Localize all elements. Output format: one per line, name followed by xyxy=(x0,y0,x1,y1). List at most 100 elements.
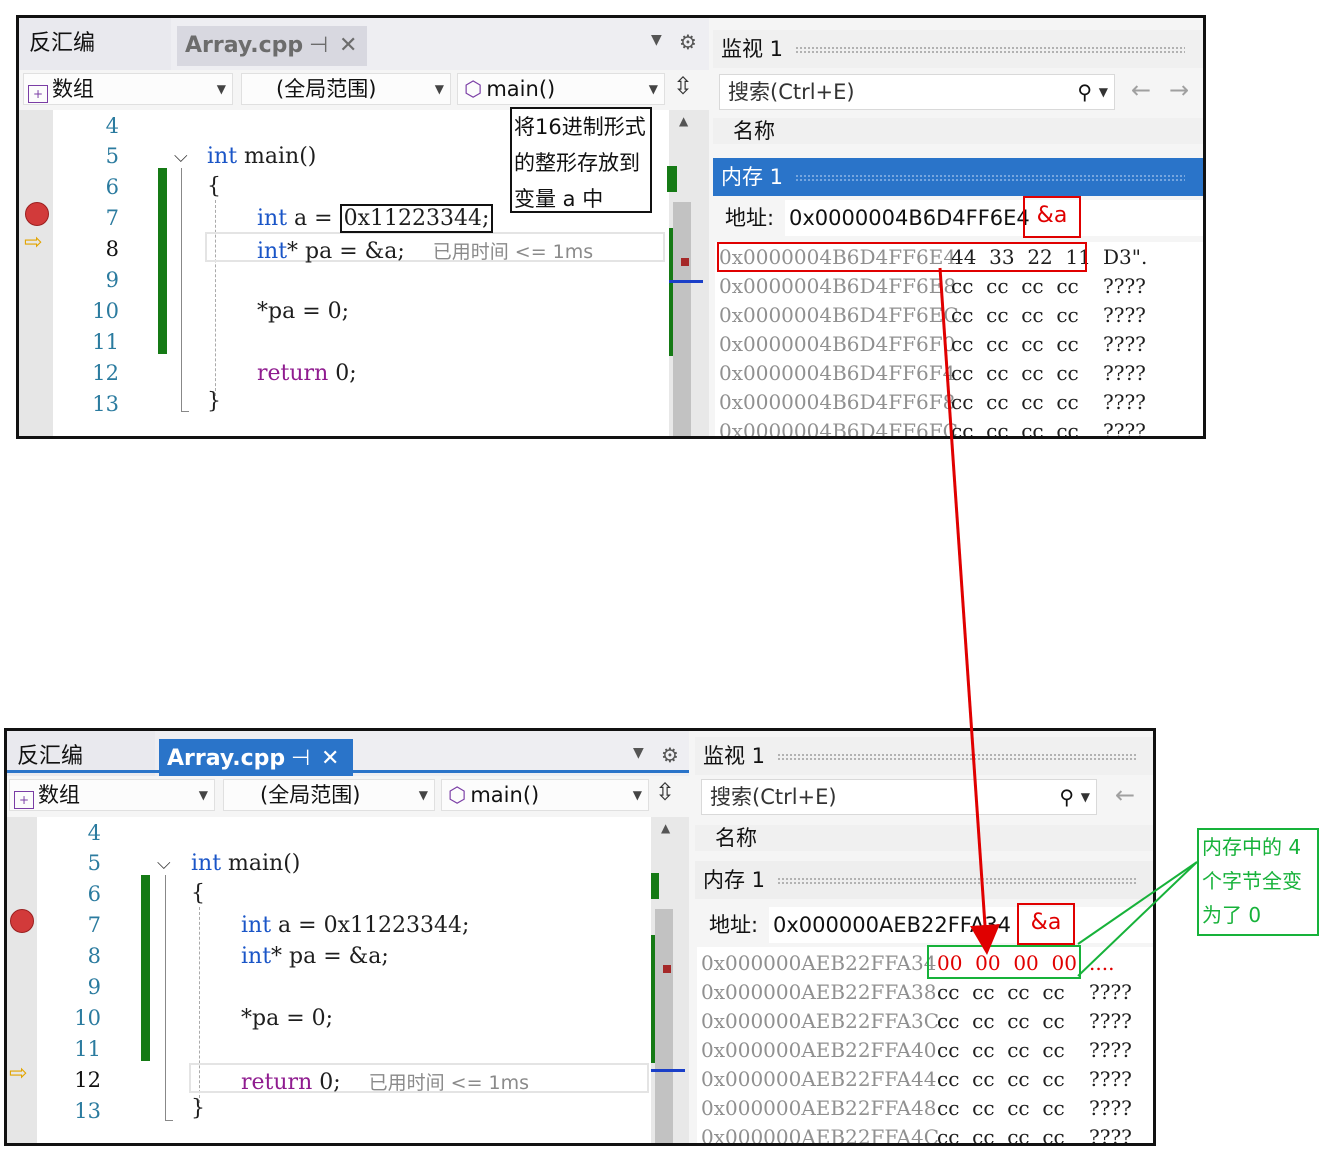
changed-lines-bar xyxy=(141,875,150,1061)
project-combo[interactable]: + 数组 ▼ xyxy=(23,73,233,105)
note-line: 为了 0 xyxy=(1202,903,1262,927)
keyword-int: int xyxy=(241,913,272,938)
keyword-return: return xyxy=(257,361,329,386)
memory-row-address: 0x000000AEB22FFA34 xyxy=(701,951,937,975)
gear-icon[interactable]: ⚙ xyxy=(679,30,697,54)
memory-row-chars: ???? xyxy=(1089,1125,1132,1146)
line-number: 9 xyxy=(87,975,101,999)
memory-row-chars: ???? xyxy=(1089,1067,1132,1091)
memory-row-bytes: cc cc cc cc xyxy=(951,419,1079,439)
keyword-int: int xyxy=(191,851,222,876)
annotation-note-hex: 将16进制形式 的整形存放到 变量 a 中 xyxy=(510,107,652,213)
memory-address-input[interactable]: 0x000000AEB22FFA34 xyxy=(769,907,1153,943)
tab-list-dropdown-icon[interactable]: ▼ xyxy=(651,32,662,48)
navigation-bar: + 数组 ▼ (全局范围) ▼ ⬡ main() ▼ ⇳ xyxy=(7,776,689,814)
memory-title: 内存 1 xyxy=(721,165,784,189)
back-arrow-icon[interactable]: ← xyxy=(1115,781,1135,809)
watch-name-column-header[interactable]: 名称 xyxy=(695,825,1153,851)
code-line-12: return 0; xyxy=(257,361,357,386)
breakpoint-icon[interactable] xyxy=(25,202,49,226)
indicator-margin[interactable] xyxy=(19,110,53,436)
function-combo[interactable]: ⬡ main() ▼ xyxy=(441,779,649,811)
keyword-int: int xyxy=(207,144,238,169)
watch-search-input[interactable]: 搜索(Ctrl+E) ⚲ ▼ xyxy=(719,74,1115,110)
header-grip xyxy=(795,46,1186,54)
header-grip xyxy=(777,877,1138,885)
scroll-up-icon[interactable]: ▲ xyxy=(661,821,670,835)
function-combo[interactable]: ⬡ main() ▼ xyxy=(457,73,665,105)
scope-combo-label: (全局范围) xyxy=(260,783,361,807)
changed-row-highlight xyxy=(717,242,1087,272)
memory-row-chars: ???? xyxy=(1089,1009,1132,1033)
watch-pane-header[interactable]: 监视 1 xyxy=(713,30,1203,68)
scope-combo[interactable]: (全局范围) ▼ xyxy=(241,73,451,105)
memory-row-address: 0x000000AEB22FFA40 xyxy=(701,1038,937,1062)
code-line-10: *pa = 0; xyxy=(241,1006,334,1031)
caret-position-mark xyxy=(669,280,703,283)
editor-scrollbar[interactable]: ▲ xyxy=(669,110,709,436)
forward-arrow-icon[interactable]: → xyxy=(1169,76,1189,104)
scroll-thumb[interactable] xyxy=(673,202,691,436)
code-line-7: int a = 0x11223344; xyxy=(257,204,494,233)
scroll-thumb[interactable] xyxy=(655,909,673,1143)
chevron-down-icon: ▼ xyxy=(198,788,208,802)
memory-pane-header[interactable]: 内存 1 xyxy=(695,861,1153,899)
close-icon[interactable]: ✕ xyxy=(339,26,357,66)
split-window-icon[interactable]: ⇳ xyxy=(655,778,675,806)
memory-row-address: 0x0000004B6D4FF6E8 xyxy=(719,274,957,298)
code-editor[interactable]: ⇨ 4 5 6 7 8 9 10 11 12 13 ⌵ int main() {… xyxy=(7,817,651,1143)
address-label: 地址: xyxy=(709,913,759,937)
project-combo-label: 数组 xyxy=(38,783,80,807)
memory-pane-header[interactable]: 内存 1 xyxy=(713,158,1203,196)
memory-row-address: 0x000000AEB22FFA3C xyxy=(701,1009,940,1033)
navigation-bar: + 数组 ▼ (全局范围) ▼ ⬡ main() ▼ ⇳ xyxy=(19,70,709,108)
search-icon[interactable]: ⚲ xyxy=(1077,75,1092,109)
memory-row-chars: ???? xyxy=(1089,980,1132,1004)
line-number: 8 xyxy=(87,944,101,968)
close-icon[interactable]: ✕ xyxy=(321,739,339,779)
keyword-int: int xyxy=(257,206,288,231)
watch-name-column-header[interactable]: 名称 xyxy=(713,118,1203,144)
chevron-down-icon[interactable]: ▼ xyxy=(1099,75,1108,109)
memory-row-chars: ???? xyxy=(1103,419,1146,439)
collapse-chevron-icon[interactable]: ⌵ xyxy=(174,146,188,167)
memory-row-bytes: cc cc cc cc xyxy=(937,1096,1065,1120)
project-combo[interactable]: + 数组 ▼ xyxy=(9,779,215,811)
watch-pane-header[interactable]: 监视 1 xyxy=(695,737,1153,775)
bottom-debugger-panel: 反汇编 Array.cpp ⊣ ✕ ▼ ⚙ + 数组 ▼ (全局范围) ▼ ⬡ ma… xyxy=(4,728,1156,1146)
code-line-13: } xyxy=(207,389,221,414)
tab-array-cpp[interactable]: Array.cpp ⊣ ✕ xyxy=(159,739,353,779)
tab-array-cpp[interactable]: Array.cpp ⊣ ✕ xyxy=(177,26,367,66)
scope-combo-label: (全局范围) xyxy=(276,77,377,101)
note-line: 的整形存放到 xyxy=(514,151,640,175)
memory-row-address: 0x000000AEB22FFA44 xyxy=(701,1067,937,1091)
split-window-icon[interactable]: ⇳ xyxy=(673,72,693,100)
pin-icon[interactable]: ⊣ xyxy=(309,26,328,66)
code-line-6: { xyxy=(207,174,221,199)
tab-file-label: Array.cpp xyxy=(185,33,304,58)
code-text: main() xyxy=(237,144,317,169)
editor-scrollbar[interactable]: ▲ xyxy=(651,817,689,1143)
watch-search-input[interactable]: 搜索(Ctrl+E) ⚲ ▼ xyxy=(701,779,1097,815)
note-line: 内存中的 4 xyxy=(1202,835,1302,859)
memory-row-bytes: cc cc cc cc xyxy=(937,980,1065,1004)
tab-file-label: Array.cpp xyxy=(167,746,286,771)
chevron-down-icon[interactable]: ▼ xyxy=(1081,780,1090,814)
hex-literal-boxed: 0x11223344; xyxy=(339,204,494,233)
line-number: 6 xyxy=(105,175,119,199)
collapse-chevron-icon[interactable]: ⌵ xyxy=(157,853,171,874)
back-arrow-icon[interactable]: ← xyxy=(1131,76,1151,104)
note-line: 变量 a 中 xyxy=(514,187,604,211)
code-text: 0; xyxy=(312,1070,341,1095)
tab-list-dropdown-icon[interactable]: ▼ xyxy=(633,745,644,761)
gear-icon[interactable]: ⚙ xyxy=(661,743,679,767)
tab-disassembly[interactable]: 反汇编 xyxy=(19,18,171,70)
caret-position-mark xyxy=(651,1069,685,1072)
search-icon[interactable]: ⚲ xyxy=(1059,780,1074,814)
scroll-up-icon[interactable]: ▲ xyxy=(679,114,688,128)
scope-combo[interactable]: (全局范围) ▼ xyxy=(223,779,435,811)
chevron-down-icon: ▼ xyxy=(418,788,428,802)
pin-icon[interactable]: ⊣ xyxy=(291,739,310,779)
name-column-label: 名称 xyxy=(733,119,775,143)
memory-address-input[interactable]: 0x0000004B6D4FF6E4 xyxy=(785,200,1203,236)
